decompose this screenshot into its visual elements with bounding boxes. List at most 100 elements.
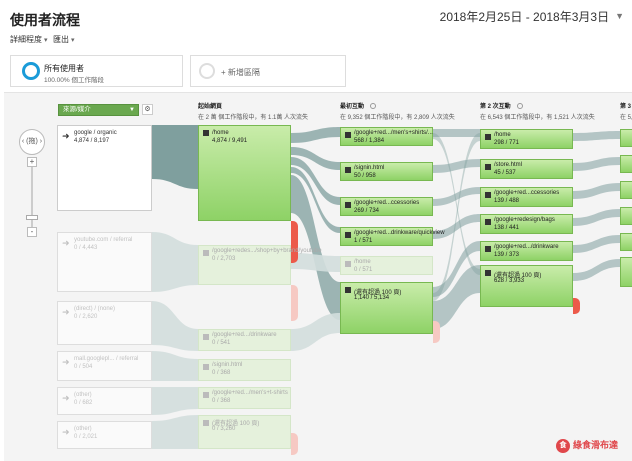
watermark-badge: 食	[555, 439, 570, 453]
start-page-node[interactable]: (還有超過 100 頁) 0 / 3,260	[198, 415, 291, 449]
node-label: /google+red.../men's+t-shirts	[212, 390, 288, 396]
column-header-third-interaction: 第 3	[620, 101, 631, 110]
dropoff-bar[interactable]	[433, 321, 440, 343]
segment-name: 所有使用者	[44, 64, 84, 73]
second-interaction-node[interactable]: /google+redesign/bags 138 / 441	[480, 214, 573, 234]
segment-all-users[interactable]: 所有使用者 100.00% 個工作階段	[10, 55, 183, 87]
date-range-picker[interactable]: 2018年2月25日 - 2018年3月3日 ▼	[440, 6, 624, 26]
empty-segment-ring-icon	[199, 63, 215, 79]
first-interaction-node[interactable]: /google+red...ccessories 269 / 734	[340, 197, 433, 216]
third-interaction-node[interactable]	[620, 257, 632, 287]
source-node[interactable]: ➜ mall.googlepl... / referral 0 / 504	[57, 351, 152, 381]
gear-icon[interactable]: ⚙	[142, 104, 153, 115]
start-page-node[interactable]: /google+red.../men's+t-shirts 0 / 368	[198, 387, 291, 409]
page-icon	[485, 246, 491, 252]
third-interaction-node[interactable]	[620, 181, 632, 199]
node-label: /home	[212, 130, 229, 136]
node-value: 0 / 571	[354, 267, 373, 273]
second-interaction-node[interactable]: /google+red...ccessories 139 / 488	[480, 187, 573, 207]
detail-level-label: 詳細程度	[10, 35, 42, 44]
flow-ribbon	[573, 235, 620, 253]
node-label: /google+red.../drinkware	[494, 244, 559, 250]
source-label: google / organic	[74, 130, 117, 136]
zoom-in-button[interactable]: +	[27, 157, 37, 167]
help-icon[interactable]	[516, 103, 523, 110]
second-interaction-node[interactable]: (還有超過 100 頁) 628 / 3,933	[480, 265, 573, 307]
add-segment-button[interactable]: + 新增區隔	[190, 55, 346, 87]
user-flow-page: 使用者流程 2018年2月25日 - 2018年3月3日 ▼ 詳細程度 ▾ 匯出 ▾…	[0, 0, 632, 461]
second-interaction-node[interactable]: /store.html 45 / 537	[480, 159, 573, 179]
third-interaction-node[interactable]	[620, 129, 632, 147]
dropoff-bar[interactable]	[573, 298, 580, 314]
segment-ring-icon	[22, 62, 40, 80]
second-interaction-node[interactable]: /home 298 / 771	[480, 129, 573, 149]
first-interaction-node[interactable]: /home 0 / 571	[340, 256, 433, 275]
source-node[interactable]: ➜ (direct) / (none) 0 / 2,620	[57, 301, 152, 345]
node-label: /google+red.../drinkware	[212, 332, 277, 338]
pan-control[interactable]: ‹ (拖) ›	[19, 129, 45, 155]
export-menu[interactable]: 匯出 ▾	[53, 34, 75, 45]
page-icon	[345, 167, 351, 173]
third-interaction-node[interactable]	[620, 155, 632, 173]
source-label: (other)	[74, 392, 92, 398]
flow-ribbon	[573, 131, 620, 141]
source-node[interactable]: ➜ (other) 0 / 2,021	[57, 421, 152, 449]
help-icon[interactable]	[370, 103, 377, 110]
dropoff-bar[interactable]	[291, 285, 298, 321]
first-interaction-node[interactable]: /google+red.../men's+shirts/... 568 / 1,…	[340, 127, 433, 146]
column-title: 最初互動	[340, 104, 365, 110]
node-label: /home	[354, 259, 371, 265]
second-interaction-node[interactable]: /google+red.../drinkware 139 / 373	[480, 241, 573, 261]
node-label: /google+redesign/bags	[494, 217, 555, 223]
dropoff-bar[interactable]	[291, 221, 298, 263]
third-interaction-node[interactable]	[620, 233, 632, 251]
zoom-out-button[interactable]: -	[27, 227, 37, 237]
source-label: (other)	[74, 426, 92, 432]
source-value: 0 / 2,620	[74, 314, 98, 320]
node-value: 138 / 441	[494, 225, 520, 231]
start-page-node[interactable]: /google+red.../drinkware 0 / 541	[198, 329, 291, 351]
source-label: youtube.com / referral	[74, 237, 133, 243]
chevron-down-icon: ▼	[615, 11, 624, 21]
zoom-slider-handle[interactable]	[26, 215, 38, 220]
third-interaction-node[interactable]	[620, 207, 632, 225]
page-title: 使用者流程	[10, 12, 80, 28]
flow-canvas[interactable]: 來源/媒介 ▼ ⚙ ‹ (拖) › + - 起始網頁 在 2 萬 個工作階段中，…	[4, 92, 632, 461]
node-value: 0 / 541	[212, 340, 231, 346]
page-icon	[485, 219, 491, 225]
source-label: (direct) / (none)	[74, 306, 116, 312]
segment-percentage: 100.00% 個工作階段	[44, 77, 104, 84]
export-label: 匯出	[53, 35, 69, 44]
node-label: /home	[494, 132, 511, 138]
start-page-node[interactable]: /home 4,874 / 9,491	[198, 125, 291, 221]
node-value: 0 / 368	[212, 398, 231, 404]
flow-ribbon	[573, 259, 620, 281]
source-node[interactable]: ➜ google / organic 4,874 / 8,197	[57, 125, 152, 211]
chevron-down-icon: ▼	[129, 107, 135, 113]
first-interaction-node[interactable]: (還有超過 100 頁) 1,140 / 5,134	[340, 282, 433, 334]
dropoff-bar[interactable]	[291, 433, 298, 455]
first-interaction-node[interactable]: /google+red...drinkware/quickview 1 / 57…	[340, 227, 445, 246]
merge-arrow-icon: ➜	[62, 307, 70, 317]
source-node[interactable]: ➜ (other) 0 / 682	[57, 387, 152, 415]
node-value: 50 / 958	[354, 173, 376, 179]
page-icon	[345, 202, 351, 208]
start-page-node[interactable]: /google+redes.../shop+by+brand/youtube 0…	[198, 245, 322, 285]
watermark-text: 綠食滑布達	[572, 440, 618, 451]
column-subtitle: 在 2 萬 個工作階段中，有 1.1萬 人次流失	[198, 115, 309, 121]
page-icon	[345, 261, 351, 267]
source-node[interactable]: ➜ youtube.com / referral 0 / 4,443	[57, 232, 152, 292]
flow-ribbon	[152, 415, 198, 449]
watermark-logo: 食綠食滑布達	[555, 438, 618, 453]
page-icon	[203, 130, 209, 136]
chevron-down-icon: ▾	[71, 37, 75, 44]
start-page-node[interactable]: /signin.html 0 / 368	[198, 359, 291, 381]
date-range-text: 2018年2月25日 - 2018年3月3日	[439, 9, 610, 24]
merge-arrow-icon: ➜	[62, 427, 70, 437]
detail-level-menu[interactable]: 詳細程度 ▾	[10, 34, 48, 45]
flow-ribbon	[152, 387, 198, 415]
first-interaction-node[interactable]: /signin.html 50 / 958	[340, 162, 433, 181]
page-icon	[485, 270, 491, 276]
dimension-selector[interactable]: 來源/媒介 ▼	[58, 104, 139, 116]
node-value: 0 / 3,260	[212, 426, 236, 432]
